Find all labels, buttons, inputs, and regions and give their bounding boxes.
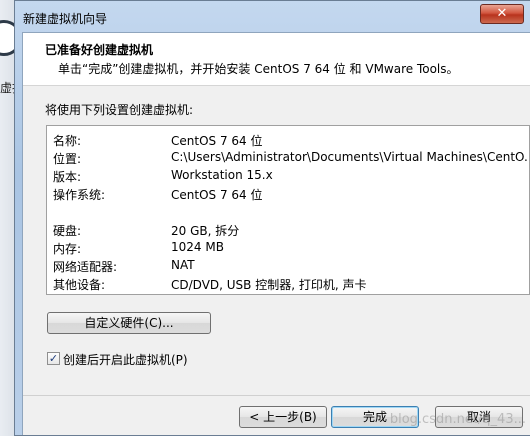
dialog-client-area: 已准备好创建虚拟机 单击“完成”创建虚拟机，并开始安装 CentOS 7 64 … [22,32,530,435]
summary-key: 其他设备: [53,278,106,292]
close-icon: ✕ [496,6,508,21]
summary-key: 版本: [53,170,82,184]
summary-key: 位置: [53,152,82,166]
close-button[interactable]: ✕ [480,4,524,24]
header-subtitle: 单击“完成”创建虚拟机，并开始安装 CentOS 7 64 位 和 VMware… [58,62,459,76]
settings-summary-box: 名称: CentOS 7 64 位 位置: C:\Users\Administr… [46,125,530,295]
title-bar[interactable]: 新建虚拟机向导 ✕ [15,1,530,33]
power-on-checkbox[interactable]: ✓ [47,352,60,365]
settings-label: 将使用下列设置创建虚拟机: [45,103,194,117]
check-icon: ✓ [48,352,59,365]
customize-hardware-button[interactable]: 自定义硬件(C)... [47,312,211,334]
power-on-label: 创建后开启此虚拟机(P) [63,353,188,367]
summary-value: CD/DVD, USB 控制器, 打印机, 声卡 [171,278,367,292]
summary-value: 1024 MB [171,240,224,254]
summary-value: 20 GB, 拆分 [171,224,240,238]
summary-value: CentOS 7 64 位 [171,134,263,148]
back-button[interactable]: < 上一步(B) [239,406,327,428]
summary-key: 操作系统: [53,188,106,202]
wizard-header: 已准备好创建虚拟机 单击“完成”创建虚拟机，并开始安装 CentOS 7 64 … [23,33,530,86]
footer-divider [23,395,530,396]
summary-value: Workstation 15.x [171,168,273,182]
window-title: 新建虚拟机向导 [23,12,108,26]
new-vm-wizard-dialog: 新建虚拟机向导 ✕ 已准备好创建虚拟机 单击“完成”创建虚拟机，并开始安装 Ce… [14,0,530,436]
watermark: blog.csdn.net/q_43... [389,412,526,427]
summary-key: 硬盘: [53,224,82,238]
summary-value: C:\Users\Administrator\Documents\Virtual… [171,150,530,164]
header-title: 已准备好创建虚拟机 [45,43,154,57]
summary-key: 内存: [53,242,82,256]
summary-key: 网络适配器: [53,260,118,274]
summary-value: NAT [171,258,195,272]
summary-value: CentOS 7 64 位 [171,188,263,202]
summary-key: 名称: [53,134,82,148]
